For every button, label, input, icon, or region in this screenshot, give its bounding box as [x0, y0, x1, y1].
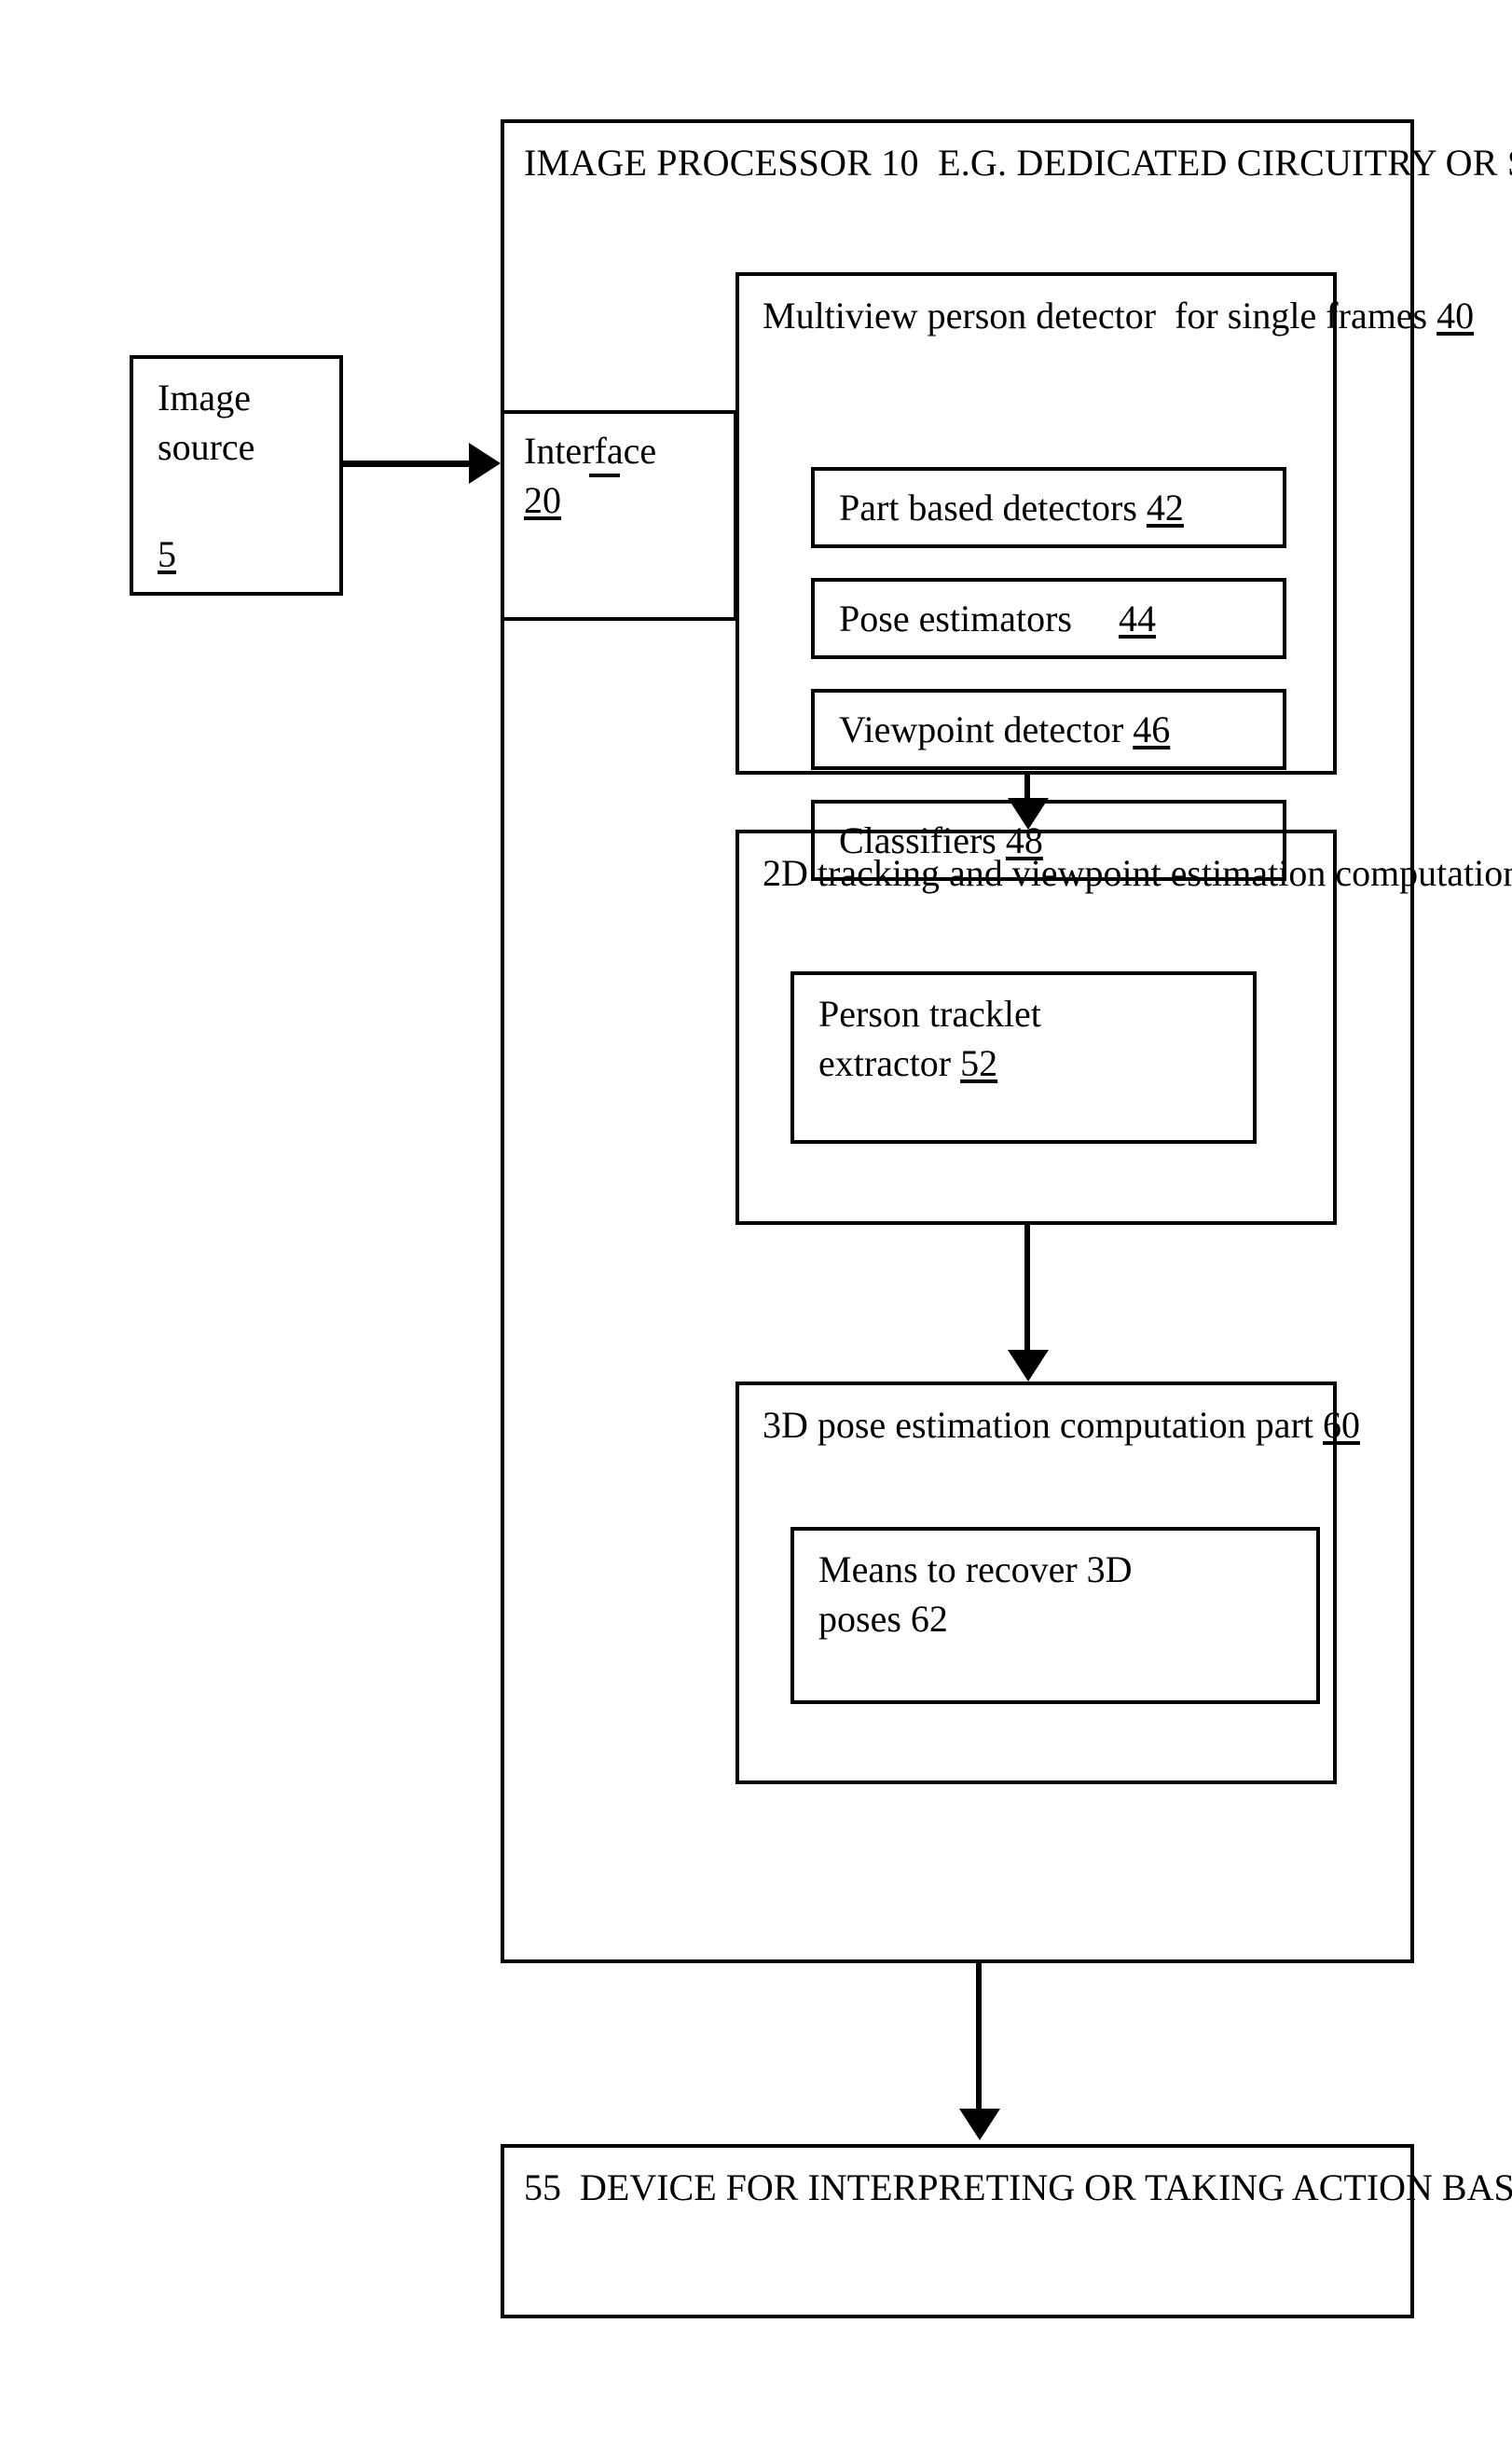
- interface-ref: 20: [524, 479, 561, 521]
- part-based-detectors-box: Part based detectors 42: [811, 467, 1286, 548]
- image-processor-title: IMAGE PROCESSOR 10 E.G. DEDICATED CIRCUI…: [524, 142, 1512, 184]
- viewpoint-detector-box: Viewpoint detector 46: [811, 689, 1286, 770]
- person-tracklet-extractor-text: Person tracklet extractor: [818, 993, 1041, 1084]
- patent-figure-canvas: IMAGE PROCESSOR 10 E.G. DEDICATED CIRCUI…: [0, 0, 1512, 2447]
- interface-label-underline: [589, 474, 620, 477]
- pose-estimators-box: Pose estimators 44: [811, 578, 1286, 659]
- multiview-person-detector-ref: 40: [1436, 295, 1475, 337]
- pose-estimators-ref: 44: [1118, 598, 1156, 639]
- viewpoint-detector-ref: 46: [1133, 708, 1171, 750]
- part-based-detectors-text: Part based detectors: [839, 487, 1147, 529]
- interface-label: Interface: [524, 430, 657, 472]
- processor-to-output-line: [976, 1962, 982, 2111]
- multiview-person-detector-title: Multiview person detector for single fra…: [763, 291, 1474, 341]
- part-based-detectors-label: Part based detectors 42: [839, 486, 1184, 529]
- source-to-interface-line: [343, 461, 474, 467]
- output-device-title: 55 DEVICE FOR INTERPRETING OR TAKING ACT…: [524, 2166, 1512, 2208]
- processor-to-output-arrowhead-icon: [959, 2109, 1000, 2140]
- person-tracklet-extractor-label: Person tracklet extractor 52: [818, 989, 1238, 1088]
- multiview-person-detector-title-text: Multiview person detector for single fra…: [763, 295, 1437, 337]
- pose-estimators-label: Pose estimators 44: [839, 597, 1156, 640]
- part-based-detectors-ref: 42: [1146, 487, 1184, 529]
- tracking-to-pose-arrowhead-icon: [1008, 1350, 1049, 1382]
- viewpoint-detector-label: Viewpoint detector 46: [839, 708, 1170, 751]
- tracking-to-pose-line: [1024, 1224, 1030, 1354]
- means-to-recover-3d-poses-label: Means to recover 3D poses 62: [818, 1548, 1133, 1640]
- source-to-interface-arrowhead-icon: [469, 443, 501, 484]
- detector-to-tracking-arrowhead-icon: [1008, 798, 1049, 830]
- image-source-ref: 5: [158, 533, 176, 575]
- tracking-computation-title: 2D tracking and viewpoint estimation com…: [763, 848, 1512, 899]
- tracking-computation-title-text: 2D tracking and viewpoint estimation com…: [763, 852, 1512, 894]
- person-tracklet-extractor-ref: 52: [960, 1042, 998, 1084]
- pose-estimation-title: 3D pose estimation computation part 60: [763, 1400, 1360, 1450]
- pose-estimation-ref: 60: [1323, 1404, 1360, 1446]
- viewpoint-detector-text: Viewpoint detector: [839, 708, 1134, 750]
- pose-estimators-text: Pose estimators: [839, 598, 1119, 639]
- pose-estimation-title-text: 3D pose estimation computation part: [763, 1404, 1323, 1446]
- image-source-label: Image source: [158, 377, 255, 468]
